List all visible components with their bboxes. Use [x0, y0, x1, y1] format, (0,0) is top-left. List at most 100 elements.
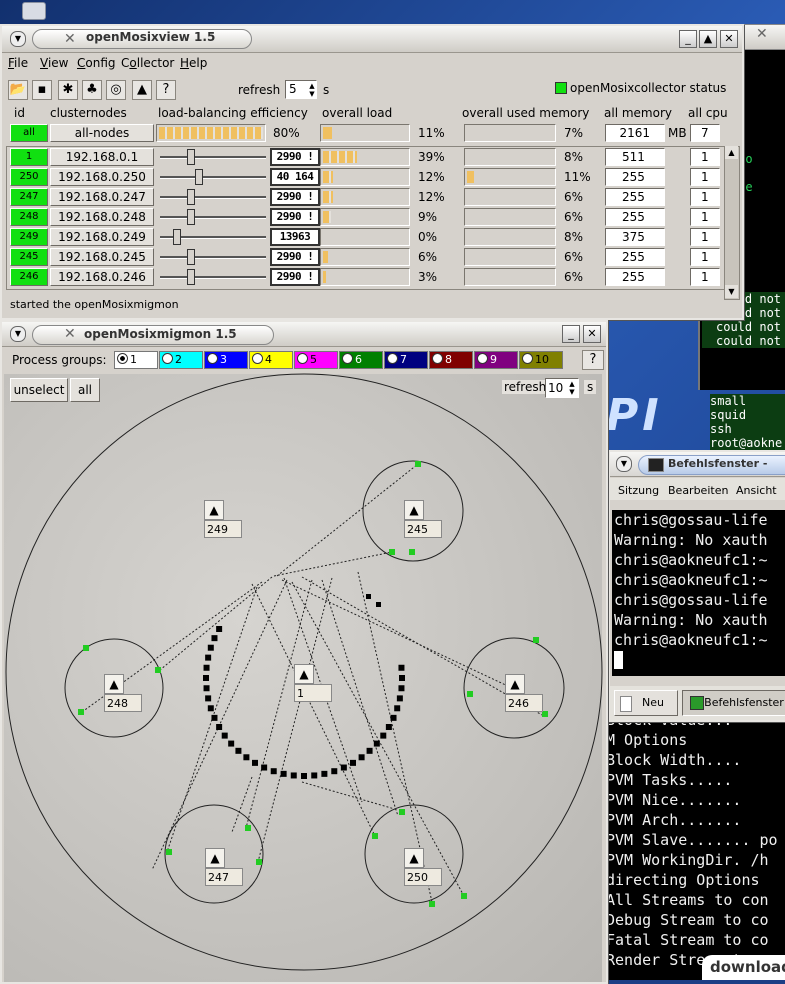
trash-icon[interactable] [22, 2, 46, 20]
maximize-icon[interactable]: ▲ [699, 30, 717, 48]
node-250[interactable]: ▲ 250 [404, 848, 444, 886]
node-id-button[interactable]: 248 [10, 208, 48, 226]
node-mem-value: 6% [564, 210, 584, 224]
settings-gear-icon[interactable]: ✱ [58, 80, 78, 100]
terminal-line: directing Options [606, 871, 760, 889]
node-id: 249 [19, 231, 39, 242]
processes-icon[interactable]: ♣ [82, 80, 102, 100]
node-ip-button[interactable]: 192.168.0.249 [50, 228, 154, 246]
konsole-icon [648, 458, 664, 472]
whats-this-help-icon[interactable]: ? [156, 80, 176, 100]
node-mem-bar [464, 168, 556, 186]
penguin-icon: ▲ [294, 664, 314, 684]
slider-handle[interactable] [195, 169, 203, 185]
open-folder-icon[interactable]: 📂 [8, 80, 28, 100]
node-ip: 192.168.0.250 [58, 170, 146, 184]
node-all-cpu: 1 [690, 268, 720, 286]
node-248[interactable]: ▲ 248 [104, 674, 144, 712]
save-icon[interactable]: ▪ [32, 80, 52, 100]
collector-icon[interactable]: ◎ [106, 80, 126, 100]
window-menu-icon[interactable]: ▼ [616, 456, 632, 472]
node-245[interactable]: ▲ 245 [404, 500, 444, 538]
slider-handle[interactable] [187, 249, 195, 265]
menu-help[interactable]: Help [180, 56, 207, 70]
process-block [350, 759, 356, 766]
process-block [252, 759, 258, 766]
node-list-scrollbar[interactable] [724, 146, 740, 300]
process-block [380, 732, 387, 739]
node-id-button[interactable]: 246 [10, 268, 48, 286]
terminal-output[interactable]: chris@gossau-life Warning: No xauth chris@… [612, 510, 785, 676]
node-245-label: 245 [404, 520, 442, 538]
slider-handle[interactable] [187, 209, 195, 225]
terminal-error-line: could not [702, 320, 785, 334]
refresh-value: 5 [289, 82, 297, 96]
node-id-button[interactable]: 245 [10, 248, 48, 266]
all-nodes-button[interactable]: all-nodes [50, 124, 154, 142]
center-node[interactable]: ▲ 1 [294, 664, 334, 702]
speed-slider[interactable] [160, 269, 266, 285]
process-block [311, 772, 318, 779]
node-ip-button[interactable]: 192.168.0.245 [50, 248, 154, 266]
slider-handle[interactable] [173, 229, 181, 245]
header-used-memory: overall used memory [462, 106, 590, 120]
node-ip-button[interactable]: 192.168.0.248 [50, 208, 154, 226]
node-all-cpu: 1 [690, 228, 720, 246]
menu-collector[interactable]: Collector [121, 56, 174, 70]
header-overall-load: overall load [322, 106, 393, 120]
node-247-label: 247 [205, 868, 243, 886]
node-246[interactable]: ▲ 246 [505, 674, 545, 712]
slider-track [160, 256, 266, 259]
lb-efficiency-bar [156, 124, 266, 142]
node-mem-bar [464, 148, 556, 166]
penguin-icon: ▲ [104, 674, 124, 694]
process-block [373, 740, 380, 747]
node-ip-button[interactable]: 192.168.0.1 [50, 148, 154, 166]
menu-file-label: ile [14, 56, 29, 70]
menu-bearbeiten[interactable]: Bearbeiten [668, 484, 728, 497]
menu-sitzung[interactable]: Sitzung [618, 484, 659, 497]
scroll-up-icon[interactable]: ▲ [725, 146, 738, 159]
speed-slider[interactable] [160, 169, 266, 185]
speed-slider[interactable] [160, 209, 266, 225]
process-block [331, 768, 338, 775]
node-id-button[interactable]: 249 [10, 228, 48, 246]
migmon-penguin-icon[interactable]: ▲ [132, 80, 152, 100]
node-id-button[interactable]: 1 [10, 148, 48, 166]
minimize-icon[interactable]: _ [679, 30, 697, 48]
slider-handle[interactable] [187, 149, 195, 165]
slider-handle[interactable] [187, 269, 195, 285]
close-icon[interactable]: ✕ [720, 30, 738, 48]
refresh-spin-arrows-icon[interactable]: ▲ ▼ [306, 82, 318, 98]
process-block [290, 772, 297, 779]
node-id-button[interactable]: 247 [10, 188, 48, 206]
menu-ansicht[interactable]: Ansicht [736, 484, 777, 497]
node-ip-button[interactable]: 192.168.0.250 [50, 168, 154, 186]
process-block [207, 705, 214, 712]
node-id-button[interactable]: 250 [10, 168, 48, 186]
node-load-bar [320, 148, 410, 166]
terminal-line: chris@aokneufc1:~ [614, 551, 768, 569]
node-247[interactable]: ▲ 247 [205, 848, 245, 886]
node-mem-bar [464, 268, 556, 286]
menu-config[interactable]: Config [77, 56, 116, 70]
process-block [203, 685, 210, 692]
scroll-down-icon[interactable]: ▼ [725, 285, 738, 298]
summary-load-fill [323, 127, 332, 139]
speed-slider[interactable] [160, 229, 266, 245]
node-249[interactable]: ▲ 249 [204, 500, 244, 538]
menu-view[interactable]: View [40, 56, 68, 70]
speed-slider[interactable] [160, 149, 266, 165]
window-menu-icon[interactable]: ▼ [10, 31, 26, 47]
summary-id-button[interactable]: all [10, 124, 48, 142]
node-ip-button[interactable]: 192.168.0.247 [50, 188, 154, 206]
window-title: Befehlsfenster - [668, 457, 768, 470]
node-ip-button[interactable]: 192.168.0.246 [50, 268, 154, 286]
speed-display: 2990 ! [270, 248, 320, 266]
speed-slider[interactable] [160, 249, 266, 265]
migration-endpoint [399, 809, 405, 815]
slider-handle[interactable] [187, 189, 195, 205]
menu-file[interactable]: File [8, 56, 28, 70]
background-terminal-list: small squid ssh root@aokne [710, 394, 785, 452]
speed-slider[interactable] [160, 189, 266, 205]
